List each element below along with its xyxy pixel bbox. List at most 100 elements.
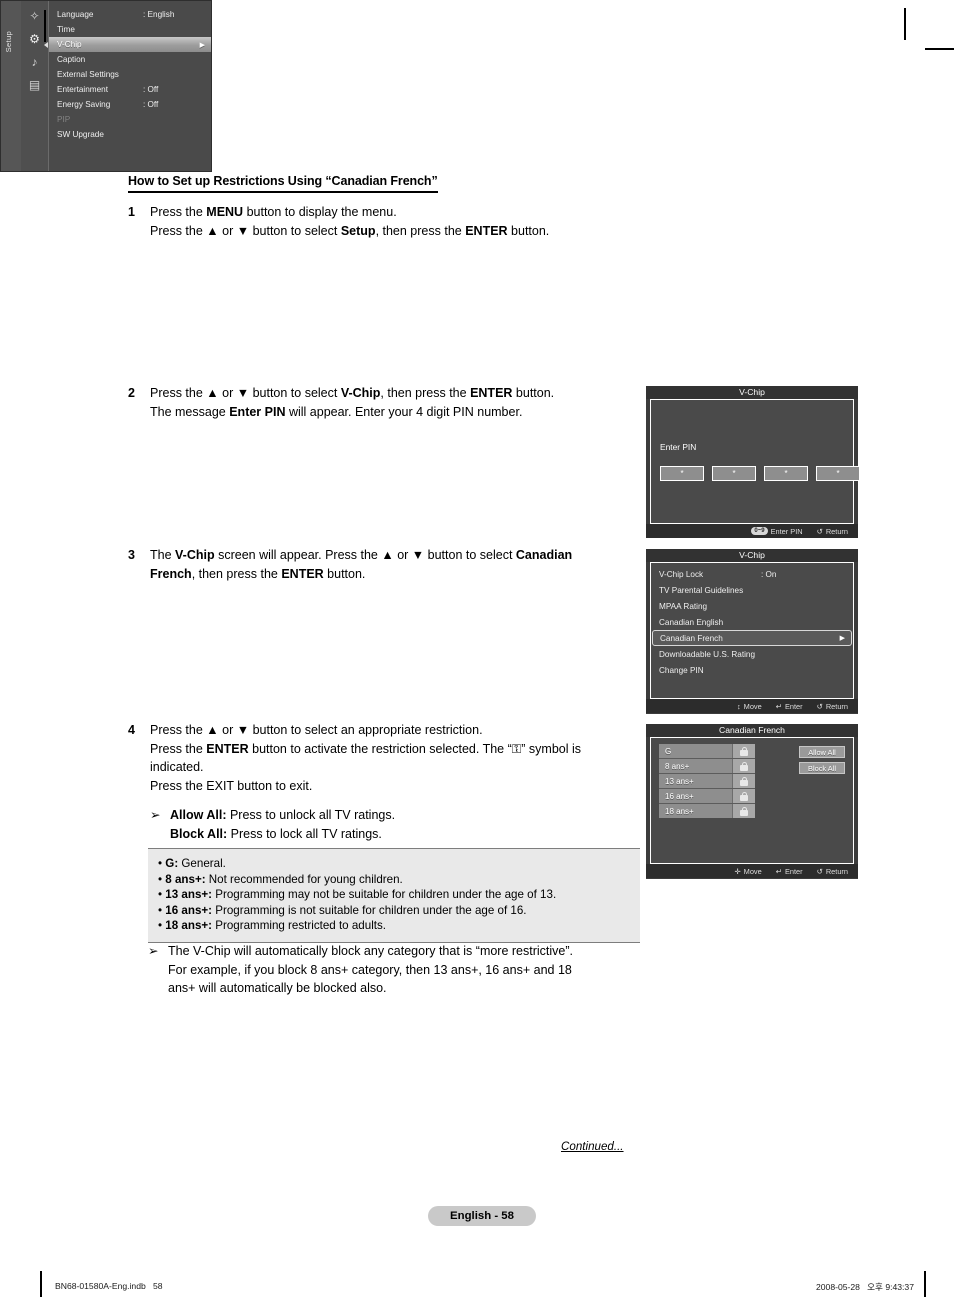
- note-bullet-3: •: [158, 903, 163, 917]
- input-icon[interactable]: ▤: [26, 77, 43, 92]
- gear-icon[interactable]: ⚙: [26, 31, 43, 46]
- osd-setup-menu[interactable]: Setup ✧ ⚙ ♪ ▤ Language : English Time V-…: [0, 0, 212, 172]
- setup-row-language[interactable]: Language : English: [49, 7, 211, 22]
- rating-label-13ans: 13 ans+: [665, 776, 694, 786]
- step-4-bullet: ➢ Allow All: Press to unlock all TV rati…: [150, 806, 642, 843]
- setup-row-vchip[interactable]: V-Chip ▶: [44, 37, 211, 52]
- rating-row-8ans[interactable]: 8 ans+: [659, 759, 755, 774]
- rating-row-16ans[interactable]: 16 ans+: [659, 789, 755, 804]
- lock-cell-16ans[interactable]: [732, 789, 755, 803]
- rating-note-0: • G: General.: [158, 856, 630, 872]
- rating-row-18ans[interactable]: 18 ans+: [659, 804, 755, 818]
- vchip-row-mpaa-rating-label: MPAA Rating: [659, 601, 708, 611]
- setup-row-energy-saving-label: Energy Saving: [57, 100, 111, 109]
- setup-vertical-tab: Setup: [1, 1, 21, 171]
- allow-all-desc: Press to unlock all TV ratings.: [226, 808, 396, 822]
- rating-row-13ans[interactable]: 13 ans+: [659, 774, 755, 789]
- pin-input-group[interactable]: * * * *: [660, 466, 860, 481]
- lock-icon: [740, 776, 748, 786]
- footer-enter: ↵ Enter: [776, 867, 803, 876]
- footer-enter: ↵ Enter: [776, 702, 803, 711]
- vchip-row-lock[interactable]: V-Chip Lock : On: [652, 566, 852, 582]
- rating-table: G 8 ans+ 13 ans+ 16 ans+ 18 ans+: [659, 744, 755, 818]
- enter-icon: ↵: [775, 866, 782, 876]
- footer-return-label: Return: [825, 701, 848, 711]
- pin-digit-2[interactable]: *: [712, 466, 756, 481]
- osd-enter-pin[interactable]: V-Chip Enter PIN * * * * 0~9 Enter PIN ↺…: [646, 386, 860, 538]
- setup-row-pip: PIP: [49, 112, 211, 127]
- lock-cell-8ans[interactable]: [732, 759, 755, 773]
- final-note-line-0: The V-Chip will automatically block any …: [168, 944, 574, 958]
- numeric-keycap-icon: 0~9: [751, 527, 768, 535]
- vchip-row-change-pin[interactable]: Change PIN: [652, 662, 852, 678]
- move-fourway-icon: ✛: [734, 866, 741, 876]
- content-column: How to Set up Restrictions Using “Canadi…: [128, 172, 642, 193]
- vchip-row-tv-parental-guidelines[interactable]: TV Parental Guidelines: [652, 582, 852, 598]
- step-2-line-1: Press the ▲ or ▼ button to select V-Chip…: [150, 386, 555, 400]
- page-canvas: How to Set up Restrictions Using “Canadi…: [0, 0, 954, 1303]
- lock-icon: [740, 791, 748, 801]
- setup-row-energy-saving[interactable]: Energy Saving : Off: [49, 97, 211, 112]
- pin-digit-1[interactable]: *: [660, 466, 704, 481]
- setup-row-sw-upgrade[interactable]: SW Upgrade: [49, 127, 211, 142]
- vchip-row-canadian-english-label: Canadian English: [659, 617, 724, 627]
- allow-all-note: Allow All: Press to unlock all TV rating…: [170, 806, 642, 825]
- step-1: 1 Press the MENU button to display the m…: [128, 203, 642, 240]
- lock-cell-13ans[interactable]: [732, 774, 755, 788]
- lock-cell-g[interactable]: [732, 744, 755, 758]
- osd-pin-body: Enter PIN * * * *: [650, 399, 860, 524]
- setup-row-sw-upgrade-label: SW Upgrade: [57, 130, 104, 139]
- setup-row-time[interactable]: Time: [49, 22, 211, 37]
- step-2-body: Press the ▲ or ▼ button to select V-Chip…: [150, 384, 642, 421]
- crop-mark-bottom-right: [924, 1271, 926, 1297]
- setup-row-caption[interactable]: Caption: [49, 52, 211, 67]
- lock-icon: [740, 806, 748, 816]
- footer-move-label: Move: [743, 701, 762, 711]
- step-3-line-1: The V-Chip screen will appear. Press the…: [150, 548, 573, 562]
- footer-return: ↺ Return: [817, 702, 848, 711]
- sound-icon[interactable]: ♪: [26, 54, 43, 69]
- rating-definitions-box: • G: General. • 8 ans+: Not recommended …: [148, 848, 640, 943]
- rating-label-16ans: 16 ans+: [665, 791, 694, 801]
- footer-move: ↕ Move: [737, 702, 762, 711]
- step-4-bullet-text: Allow All: Press to unlock all TV rating…: [170, 806, 642, 843]
- footer-return-label: Return: [825, 526, 848, 536]
- step-2-line-2: The message Enter PIN will appear. Enter…: [150, 404, 523, 419]
- step-4-line-2: Press the ENTER button to activate the r…: [150, 741, 582, 756]
- footer-move: ✛ Move: [734, 867, 761, 876]
- allow-all-button[interactable]: Allow All: [799, 746, 845, 758]
- vchip-row-canadian-french[interactable]: Canadian French ▶: [652, 630, 852, 646]
- pin-digit-4[interactable]: *: [816, 466, 860, 481]
- note-bullet-1: •: [158, 872, 163, 886]
- step-4-line-1: Press the ▲ or ▼ button to select an app…: [150, 723, 483, 737]
- allow-all-term: Allow All:: [170, 808, 227, 822]
- vchip-row-mpaa-rating[interactable]: MPAA Rating: [652, 598, 852, 614]
- step-4-exit-line: Press the EXIT button to exit.: [150, 778, 313, 793]
- footer-move-label: Move: [743, 866, 762, 876]
- move-updown-icon: ↕: [736, 701, 741, 711]
- footer-enter-pin-label: Enter PIN: [770, 526, 803, 536]
- vchip-row-canadian-english[interactable]: Canadian English: [652, 614, 852, 630]
- block-all-button[interactable]: Block All: [799, 762, 845, 774]
- note-term-2: 13 ans+:: [165, 888, 213, 902]
- vchip-row-downloadable-us-rating-label: Downloadable U.S. Rating: [659, 649, 756, 659]
- footer-return: ↺ Return: [817, 867, 848, 876]
- setup-row-vchip-label: V-Chip: [57, 40, 82, 49]
- pin-digit-3[interactable]: *: [764, 466, 808, 481]
- setup-row-entertainment[interactable]: Entertainment : Off: [49, 82, 211, 97]
- step-1-line-2: Press the ▲ or ▼ button to select Setup,…: [150, 223, 550, 238]
- picture-icon[interactable]: ✧: [26, 8, 43, 23]
- note-desc-2: Programming may not be suitable for chil…: [212, 888, 557, 902]
- osd-canadian-french[interactable]: Canadian French G 8 ans+ 13 ans+ 16 ans+…: [646, 724, 858, 879]
- vchip-row-downloadable-us-rating[interactable]: Downloadable U.S. Rating: [652, 646, 852, 662]
- setup-row-external-settings[interactable]: External Settings: [49, 67, 211, 82]
- footer-enter-pin: 0~9 Enter PIN: [751, 526, 803, 536]
- rating-row-g[interactable]: G: [659, 744, 755, 759]
- note-bullet-4: •: [158, 919, 163, 933]
- crop-mark-bottom-left: [40, 1271, 42, 1297]
- lock-cell-18ans[interactable]: [732, 804, 755, 818]
- note-term-1: 8 ans+:: [165, 872, 206, 886]
- osd-vchip-menu[interactable]: V-Chip V-Chip Lock : On TV Parental Guid…: [646, 549, 858, 714]
- return-icon: ↺: [816, 866, 823, 876]
- page-badge: English - 58: [428, 1206, 536, 1226]
